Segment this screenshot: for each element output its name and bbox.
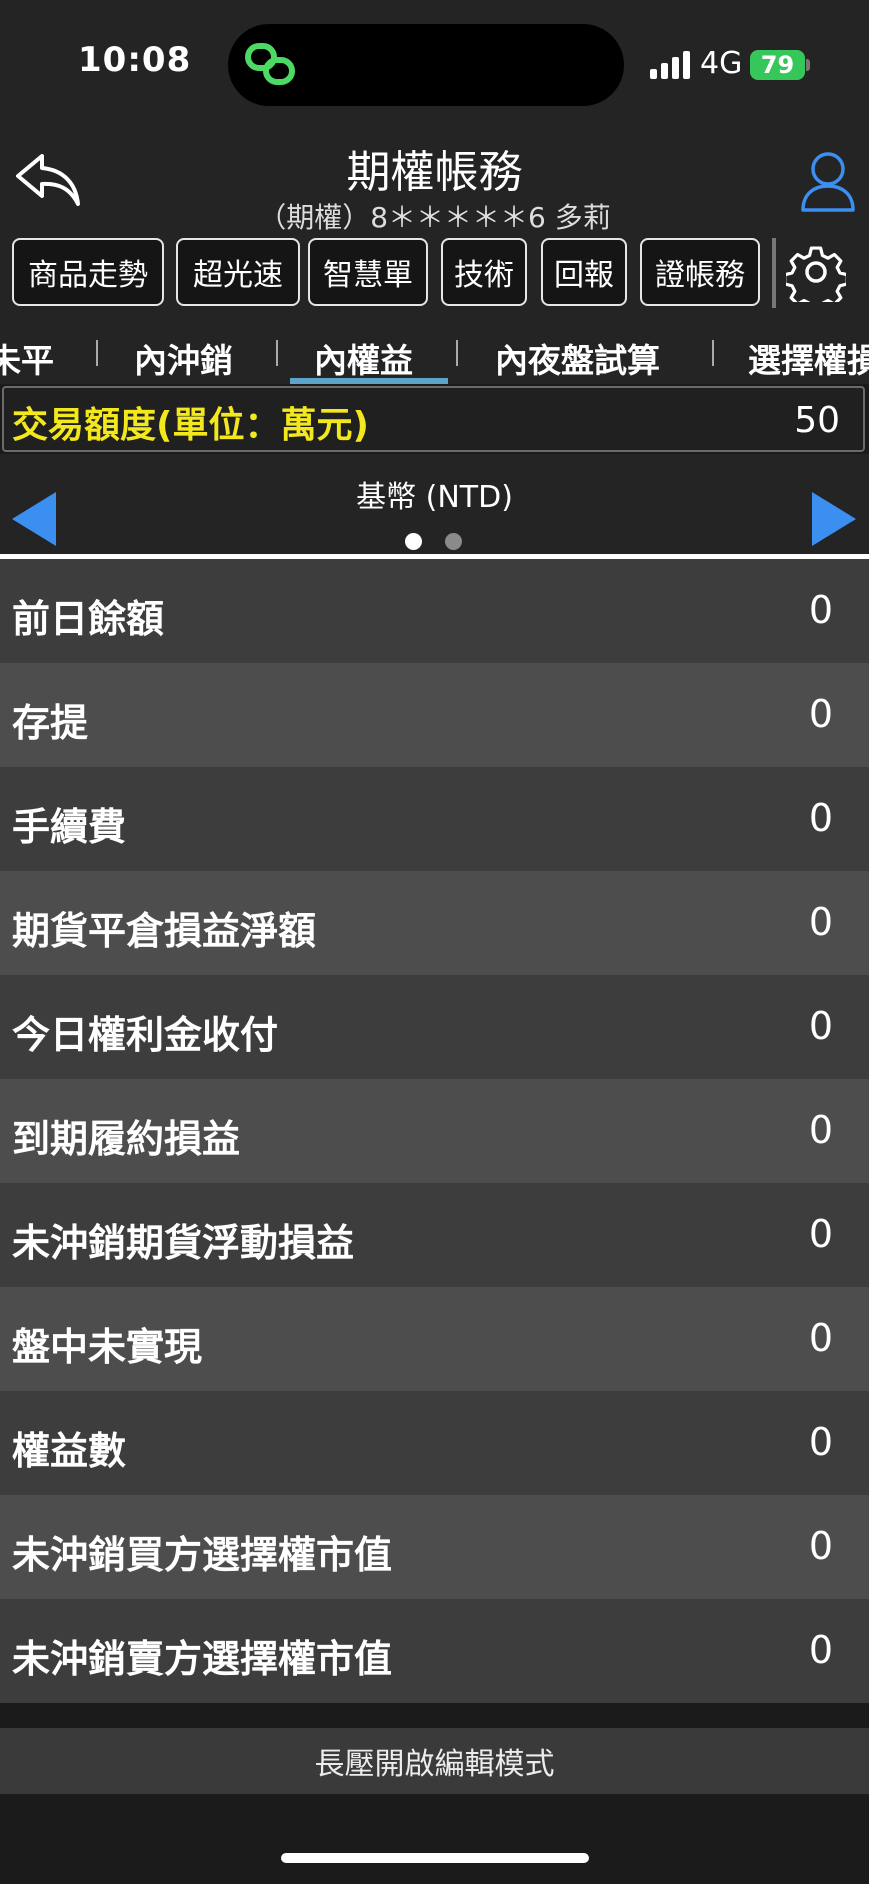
row-label: 存提 bbox=[12, 701, 89, 745]
battery-icon: 79 bbox=[750, 50, 805, 80]
row-value: 0 bbox=[808, 1316, 833, 1360]
row-value: 0 bbox=[808, 588, 833, 632]
tab-separator bbox=[276, 340, 278, 366]
trading-quota-label: 交易額度(單位：萬元) bbox=[12, 405, 369, 446]
list-item: 未沖銷買方選擇權市值 0 bbox=[0, 1495, 869, 1599]
list-item: 今日權利金收付 0 bbox=[0, 975, 869, 1079]
tab-separator bbox=[456, 340, 458, 366]
network-type: 4G bbox=[700, 46, 743, 81]
tab-bar bbox=[0, 318, 869, 384]
list-item: 手續費 0 bbox=[0, 767, 869, 871]
home-indicator[interactable] bbox=[281, 1853, 589, 1863]
row-label: 未沖銷賣方選擇權市值 bbox=[12, 1637, 393, 1681]
smart-order-button[interactable]: 智慧單 bbox=[308, 238, 428, 306]
row-label: 盤中未實現 bbox=[12, 1325, 203, 1369]
trading-quota-value: 50 bbox=[794, 400, 840, 441]
row-value: 0 bbox=[808, 1420, 833, 1464]
list-item: 未沖銷賣方選擇權市值 0 bbox=[0, 1599, 869, 1703]
row-label: 期貨平倉損益淨額 bbox=[12, 909, 317, 953]
next-page-arrow-icon[interactable] bbox=[808, 490, 858, 548]
row-value: 0 bbox=[808, 692, 833, 736]
list-item: 到期履約損益 0 bbox=[0, 1079, 869, 1183]
row-value: 0 bbox=[808, 900, 833, 944]
tab-night-session-calc[interactable]: 內夜盤試算 bbox=[495, 334, 660, 382]
list-item: 盤中未實現 0 bbox=[0, 1287, 869, 1391]
row-label: 今日權利金收付 bbox=[12, 1013, 279, 1057]
edit-mode-hint[interactable]: 長壓開啟編輯模式 bbox=[0, 1728, 869, 1794]
technical-button[interactable]: 技術 bbox=[441, 238, 527, 306]
row-value: 0 bbox=[808, 1628, 833, 1672]
signal-icon bbox=[650, 51, 690, 79]
battery-level: 79 bbox=[760, 51, 795, 79]
row-label: 手續費 bbox=[12, 805, 127, 849]
page-title: 期權帳務 bbox=[346, 147, 523, 198]
status-time: 10:08 bbox=[78, 40, 192, 80]
gear-icon[interactable] bbox=[786, 242, 846, 302]
page-dot bbox=[445, 533, 462, 550]
tab-separator bbox=[96, 340, 98, 366]
securities-account-button[interactable]: 證帳務 bbox=[640, 238, 760, 306]
tab-open-position[interactable]: 未平 bbox=[0, 334, 54, 382]
row-label: 未沖銷買方選擇權市值 bbox=[12, 1533, 393, 1577]
row-label: 權益數 bbox=[12, 1429, 127, 1473]
list-item: 權益數 0 bbox=[0, 1391, 869, 1495]
row-value: 0 bbox=[808, 1004, 833, 1048]
list-item: 期貨平倉損益淨額 0 bbox=[0, 871, 869, 975]
tab-options[interactable]: 選擇權損 bbox=[748, 334, 869, 382]
link-icon bbox=[245, 43, 295, 85]
report-button[interactable]: 回報 bbox=[541, 238, 627, 306]
row-label: 未沖銷期貨浮動損益 bbox=[12, 1221, 355, 1265]
tab-domestic-equity[interactable]: 內權益 bbox=[314, 334, 413, 382]
page-dot-active bbox=[405, 533, 422, 550]
row-label: 到期履約損益 bbox=[12, 1117, 241, 1161]
battery-nub bbox=[806, 59, 810, 71]
row-label: 前日餘額 bbox=[12, 597, 165, 641]
row-value: 0 bbox=[808, 1524, 833, 1568]
toolbar-divider bbox=[772, 238, 776, 308]
list-item: 未沖銷期貨浮動損益 0 bbox=[0, 1183, 869, 1287]
list-item: 前日餘額 0 bbox=[0, 559, 869, 663]
account-subtitle: （期權）8＊＊＊＊＊6 多莉 bbox=[258, 201, 611, 234]
tab-domestic-offset[interactable]: 內沖銷 bbox=[134, 334, 233, 382]
row-value: 0 bbox=[808, 1212, 833, 1256]
user-icon[interactable] bbox=[800, 150, 856, 212]
row-value: 0 bbox=[808, 796, 833, 840]
ultra-speed-button[interactable]: 超光速 bbox=[176, 238, 300, 306]
currency-label: 基幣 (NTD) bbox=[356, 480, 513, 515]
active-tab-indicator bbox=[290, 378, 448, 384]
product-trend-button[interactable]: 商品走勢 bbox=[12, 238, 164, 306]
list-item: 存提 0 bbox=[0, 663, 869, 767]
row-value: 0 bbox=[808, 1108, 833, 1152]
tab-separator bbox=[712, 340, 714, 366]
